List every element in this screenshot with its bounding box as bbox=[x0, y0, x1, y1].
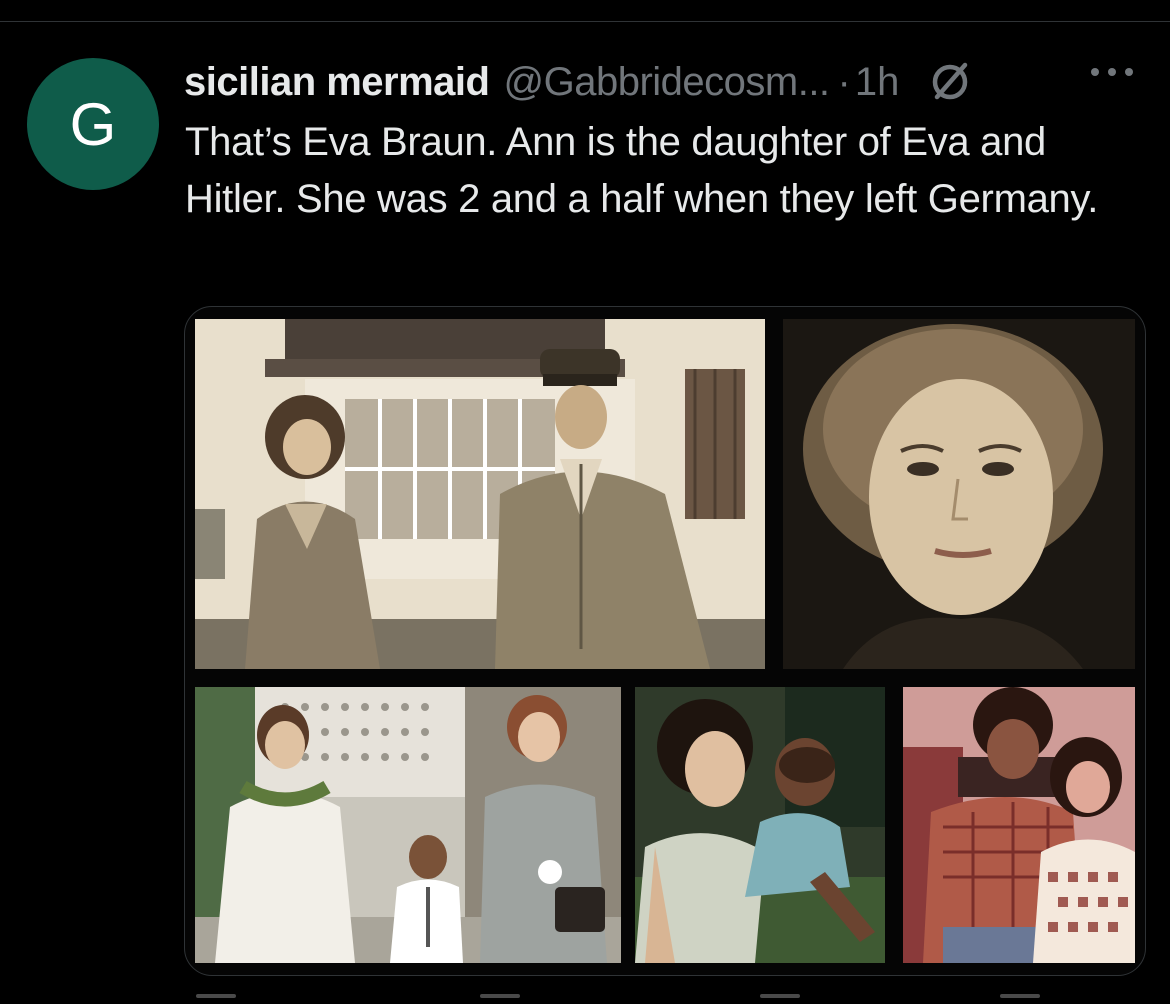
media-collage[interactable] bbox=[184, 306, 1146, 976]
tweet-time[interactable]: 1h bbox=[855, 60, 900, 105]
display-name[interactable]: sicilian mermaid bbox=[184, 60, 490, 105]
tweet-header: sicilian mermaid @Gabbridecosm... · 1h bbox=[184, 54, 971, 110]
more-options-icon[interactable] bbox=[1088, 62, 1136, 82]
grok-icon[interactable] bbox=[929, 61, 971, 103]
photo-woman-holding-toddler[interactable] bbox=[635, 687, 885, 963]
photo-young-man-and-woman[interactable] bbox=[903, 687, 1135, 963]
avatar[interactable]: G bbox=[27, 58, 159, 190]
top-divider bbox=[0, 21, 1170, 22]
tweet-screen: G sicilian mermaid @Gabbridecosm... · 1h… bbox=[0, 0, 1170, 1004]
photo-woman-portrait[interactable] bbox=[783, 319, 1135, 669]
avatar-letter: G bbox=[69, 91, 117, 158]
user-handle[interactable]: @Gabbridecosm... bbox=[503, 60, 830, 105]
photo-family-with-child[interactable] bbox=[195, 687, 621, 963]
tweet-text: That’s Eva Braun. Ann is the daughter of… bbox=[185, 120, 1099, 221]
photo-couple-in-front-of-house[interactable] bbox=[195, 319, 765, 669]
action-bar-partial bbox=[0, 990, 1170, 1004]
header-separator: · bbox=[837, 59, 851, 104]
